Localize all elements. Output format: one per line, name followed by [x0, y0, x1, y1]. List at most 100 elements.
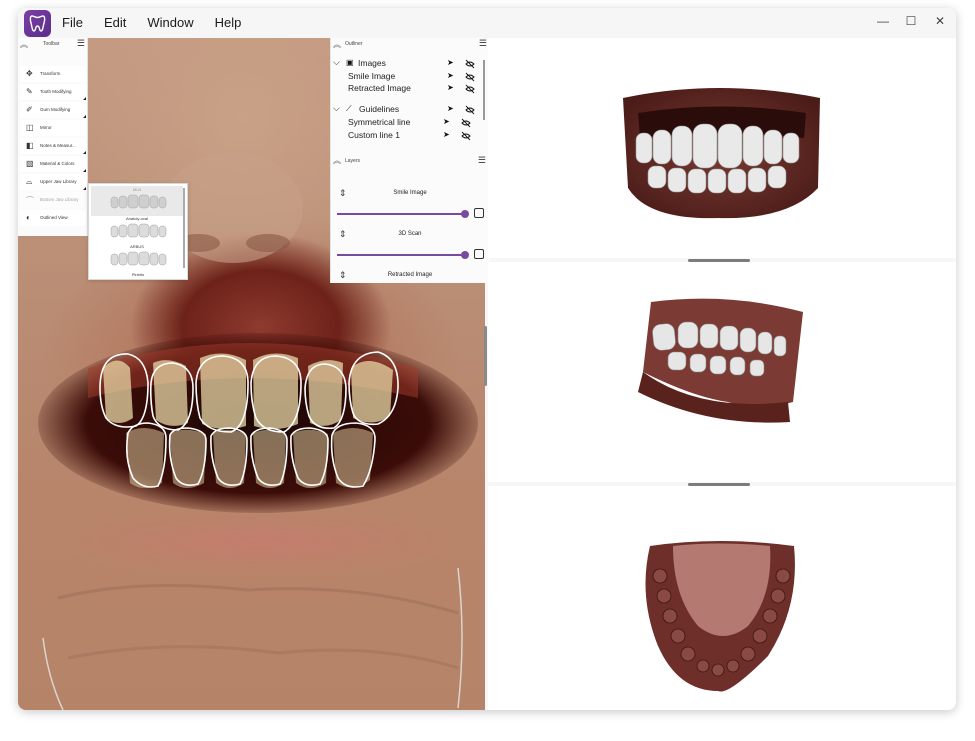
- item-label: Custom line 1: [348, 130, 400, 140]
- bottom-jaw-icon: ⌒: [26, 196, 34, 205]
- 3d-view-side[interactable]: [488, 262, 956, 486]
- eye-off-icon[interactable]: [461, 131, 471, 141]
- chevron-down-icon[interactable]: ⌵: [333, 57, 340, 68]
- app-window: File Edit Window Help — ☐ ✕ ︽ Toolbar ☰ …: [18, 8, 956, 710]
- item-label: Retracted Image: [348, 83, 411, 93]
- upper-jaw-library-popup: MLB Anatoly-oval ARBUS Pinbito: [88, 183, 188, 280]
- tool-label: Bottom Jaw Library: [40, 197, 79, 202]
- close-button[interactable]: ✕: [930, 14, 950, 32]
- upper-jaw-icon: ⌓: [26, 177, 33, 186]
- toolbar-panel: ︽ Toolbar ☰ ✥ Transform ✎ Tooth Modifyin…: [18, 38, 88, 236]
- outliner-item-symmetrical-line[interactable]: Symmetrical line ➤: [331, 117, 489, 129]
- library-scrollbar[interactable]: [183, 188, 185, 268]
- tool-notes-measure[interactable]: ◧ Notes & Measur...: [20, 138, 86, 154]
- collapse-icon[interactable]: ︽: [333, 39, 341, 50]
- menu-file[interactable]: File: [62, 15, 83, 30]
- layer-item[interactable]: ⇕ 3D Scan: [331, 224, 489, 264]
- cursor-icon[interactable]: ➤: [447, 83, 454, 92]
- layer-item[interactable]: ⇕ Retracted Image: [331, 265, 489, 283]
- opacity-slider-knob[interactable]: [461, 251, 469, 259]
- jaw-model-occlusal: [645, 541, 795, 692]
- outliner-header: ︽ Outliner ☰: [331, 38, 490, 52]
- hamburger-menu-icon[interactable]: ☰: [77, 38, 85, 49]
- group-label: Guidelines: [359, 104, 400, 114]
- hamburger-menu-icon[interactable]: ☰: [479, 38, 487, 49]
- outliner-group-images[interactable]: ⌵ ▣ Images ➤: [331, 57, 489, 70]
- toolbar-header: ︽ Toolbar ☰: [18, 38, 87, 52]
- submenu-arrow-icon: [83, 97, 86, 100]
- collapse-icon[interactable]: ︽: [20, 39, 28, 50]
- cursor-icon[interactable]: ➤: [443, 117, 450, 126]
- tool-tooth-modifying[interactable]: ✎ Tooth Modifying: [20, 84, 86, 100]
- submenu-arrow-icon: [83, 169, 86, 172]
- chevron-down-icon[interactable]: ⌵: [333, 103, 340, 114]
- tool-bottom-jaw-library[interactable]: ⌒ Bottom Jaw Library: [20, 192, 86, 208]
- eye-off-icon[interactable]: [461, 118, 471, 128]
- layer-visibility-icon[interactable]: [474, 249, 484, 259]
- eye-off-icon[interactable]: [465, 59, 475, 69]
- tool-transform[interactable]: ✥ Transform: [20, 66, 86, 82]
- tool-upper-jaw-library[interactable]: ⌓ Upper Jaw Library: [20, 174, 86, 190]
- library-item-name: MLB: [132, 187, 142, 192]
- cursor-icon[interactable]: ➤: [443, 130, 450, 139]
- outliner-item-smile-image[interactable]: Smile Image ➤: [331, 71, 489, 83]
- submenu-arrow-icon: [83, 115, 86, 118]
- notes-icon: ◧: [26, 141, 34, 150]
- library-item[interactable]: ARBUS: [91, 244, 183, 274]
- eye-off-icon[interactable]: [465, 105, 475, 115]
- menu-window[interactable]: Window: [147, 15, 193, 30]
- 3d-view-front[interactable]: [488, 38, 956, 262]
- outliner-item-custom-line-1[interactable]: Custom line 1 ➤: [331, 130, 489, 142]
- tool-material-colors[interactable]: ▧ Material & Colors: [20, 156, 86, 172]
- outliner-panel: ︽ Outliner ☰ ⌵ ▣ Images ➤ Smile Image ➤ …: [330, 38, 490, 283]
- guideline-icon: ⟋: [346, 104, 352, 113]
- jaw-model-side: [638, 298, 803, 423]
- cursor-icon[interactable]: ➤: [447, 104, 454, 113]
- tooth-set-thumbnail: [110, 251, 167, 266]
- app-logo-icon: [24, 10, 51, 37]
- 3d-view-occlusal[interactable]: [488, 486, 956, 710]
- opacity-slider-track[interactable]: [337, 254, 465, 256]
- tool-mirror[interactable]: ◫ Mirror: [20, 120, 86, 136]
- library-item-name[interactable]: Pinbito: [89, 272, 187, 277]
- layer-name: Smile Image: [393, 190, 427, 196]
- jaw-model-front: [623, 88, 820, 219]
- tool-gum-modifying[interactable]: ✐ Gum Modifying: [20, 102, 86, 118]
- layer-name: 3D Scan: [398, 231, 422, 237]
- item-label: Smile Image: [348, 71, 396, 81]
- tool-label: Transform: [40, 71, 61, 76]
- cursor-icon[interactable]: ➤: [447, 58, 454, 67]
- mirror-icon: ◫: [26, 123, 34, 132]
- layer-visibility-icon[interactable]: [474, 208, 484, 218]
- opacity-slider-knob[interactable]: [461, 210, 469, 218]
- outliner-scrollbar[interactable]: [483, 60, 485, 120]
- menu-help[interactable]: Help: [215, 15, 242, 30]
- menu-edit[interactable]: Edit: [104, 15, 126, 30]
- tooth-edit-icon: ✎: [26, 87, 33, 96]
- minimize-button[interactable]: —: [873, 14, 893, 32]
- tool-label: Upper Jaw Library: [40, 179, 77, 184]
- maximize-button[interactable]: ☐: [901, 14, 921, 32]
- layer-item[interactable]: ⇕ Smile Image: [331, 183, 489, 223]
- eye-off-icon[interactable]: [465, 72, 475, 82]
- menu-bar: File Edit Window Help: [62, 15, 262, 30]
- tool-outlined-view[interactable]: ◐ Outlined View: [20, 210, 86, 226]
- eye-off-icon[interactable]: [465, 84, 475, 94]
- opacity-slider-track[interactable]: [337, 213, 465, 215]
- layers-header: ︽ Layers ☰: [331, 155, 489, 169]
- outliner-item-retracted-image[interactable]: Retracted Image ➤: [331, 83, 489, 95]
- outliner-title: Outliner: [345, 41, 363, 47]
- tooth-set-thumbnail: [110, 223, 167, 238]
- gum-edit-icon: ✐: [26, 105, 33, 114]
- group-label: Images: [358, 58, 386, 68]
- collapse-icon[interactable]: ︽: [333, 155, 341, 166]
- photo-scrollbar[interactable]: [484, 326, 487, 386]
- outliner-group-guidelines[interactable]: ⌵ ⟋ Guidelines ➤: [331, 103, 489, 116]
- palette-icon: ▧: [26, 159, 34, 168]
- item-label: Symmetrical line: [348, 117, 411, 127]
- library-item[interactable]: MLB: [91, 186, 183, 216]
- submenu-arrow-icon: [83, 187, 86, 190]
- cursor-icon[interactable]: ➤: [447, 71, 454, 80]
- library-item[interactable]: Anatoly-oval: [91, 216, 183, 246]
- hamburger-menu-icon[interactable]: ☰: [478, 155, 486, 166]
